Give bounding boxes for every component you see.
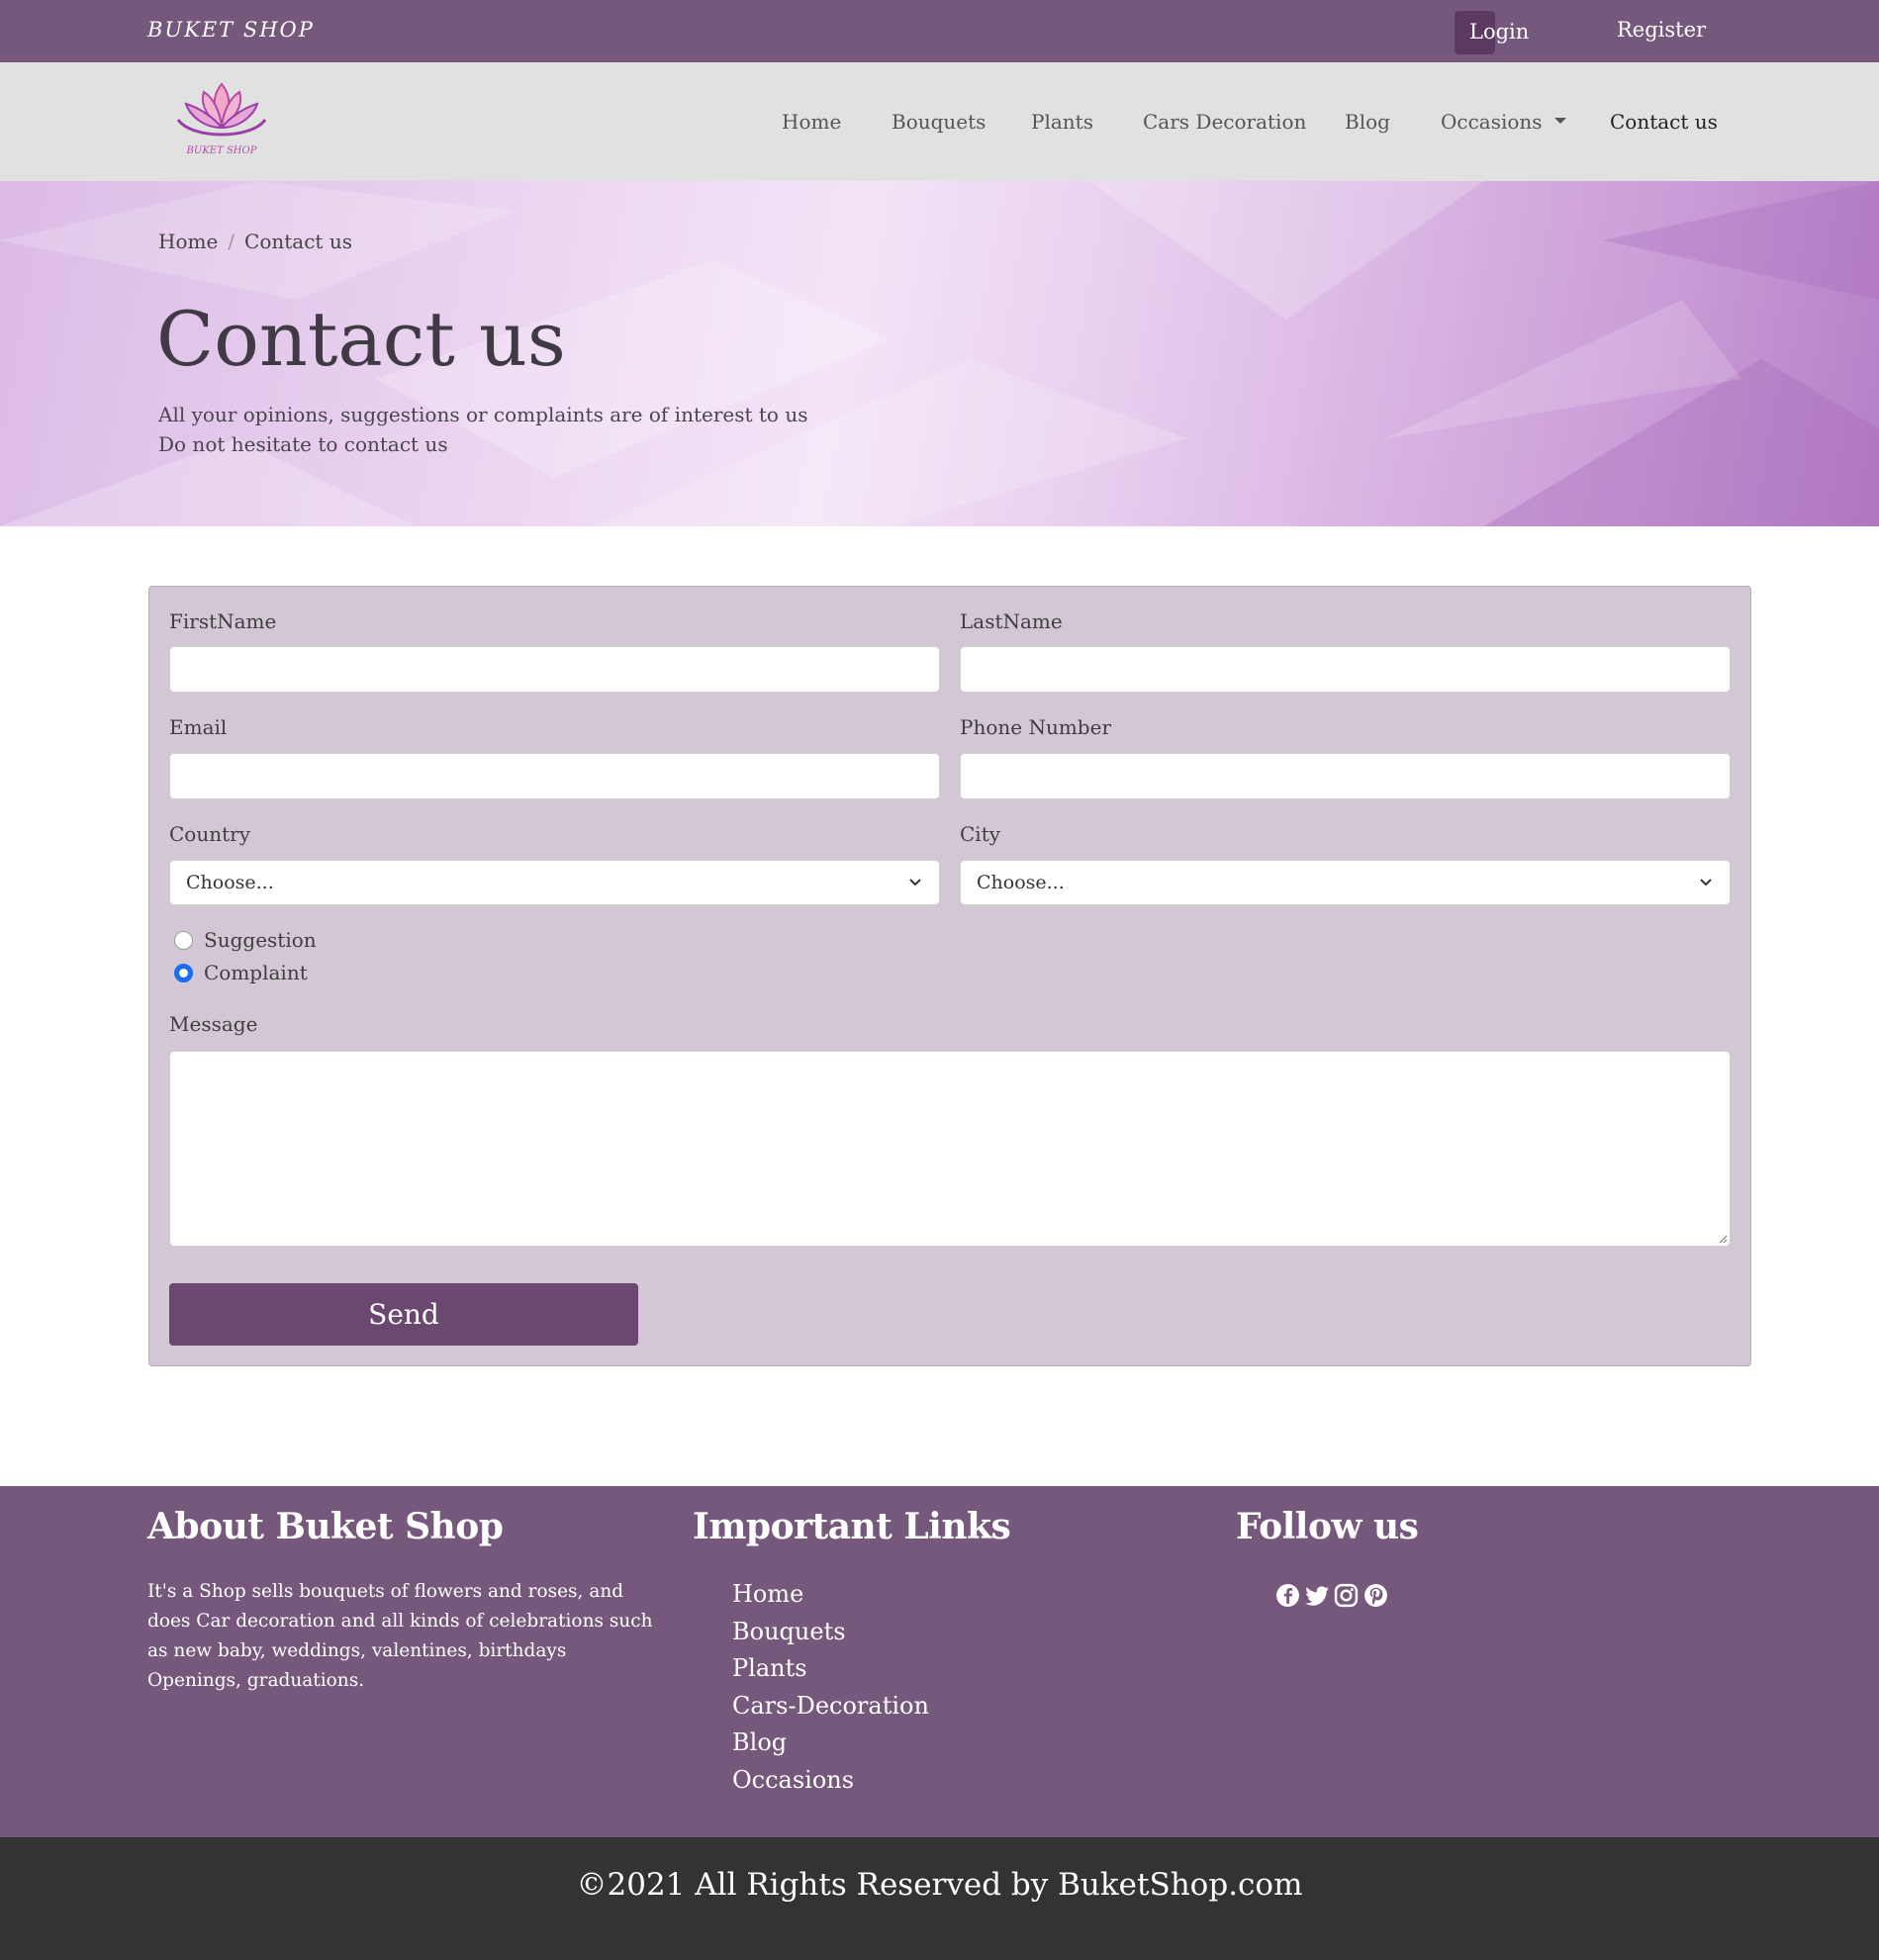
facebook-icon[interactable] bbox=[1275, 1583, 1300, 1608]
send-button[interactable]: Send bbox=[169, 1283, 638, 1346]
nav-home[interactable]: Home bbox=[782, 110, 841, 134]
footer-about-text: It's a Shop sells bouquets of flowers an… bbox=[147, 1581, 653, 1691]
footer-link-occasions[interactable]: Occasions bbox=[732, 1766, 854, 1794]
nav-occasions-dropdown[interactable]: Occasions bbox=[1441, 110, 1566, 134]
country-label: Country bbox=[169, 822, 251, 846]
footer-link-plants[interactable]: Plants bbox=[732, 1654, 807, 1682]
caret-down-icon bbox=[1553, 117, 1566, 124]
twitter-icon[interactable] bbox=[1305, 1583, 1330, 1608]
city-selected-value: Choose... bbox=[977, 872, 1065, 893]
login-label[interactable]: Login bbox=[1469, 20, 1529, 44]
radio-complaint[interactable] bbox=[174, 964, 193, 982]
pinterest-icon[interactable] bbox=[1363, 1583, 1388, 1608]
register-link[interactable]: Register bbox=[1617, 18, 1706, 42]
hero-subtitle-line-2: Do not hesitate to contact us bbox=[158, 432, 448, 456]
message-textarea[interactable] bbox=[169, 1051, 1731, 1247]
copyright-text: ©2021 All Rights Reserved by BuketShop.c… bbox=[576, 1867, 1303, 1903]
chevron-down-icon bbox=[1700, 879, 1712, 887]
footer-links-heading: Important Links bbox=[693, 1506, 1011, 1547]
email-label: Email bbox=[169, 715, 228, 739]
radio-complaint-label[interactable]: Complaint bbox=[204, 961, 308, 984]
footer-link-bouquets[interactable]: Bouquets bbox=[732, 1618, 846, 1645]
footer-link-home[interactable]: Home bbox=[732, 1580, 803, 1608]
lastname-input[interactable] bbox=[960, 646, 1731, 693]
page-title: Contact us bbox=[156, 295, 566, 383]
hero-subtitle-line-1: All your opinions, suggestions or compla… bbox=[158, 403, 808, 426]
phone-input[interactable] bbox=[960, 753, 1731, 799]
breadcrumb-current: Contact us bbox=[244, 230, 352, 253]
radio-suggestion-label[interactable]: Suggestion bbox=[204, 928, 317, 952]
logo-caption: BUKET SHOP bbox=[186, 145, 257, 156]
phone-label: Phone Number bbox=[960, 715, 1111, 739]
footer-follow-heading: Follow us bbox=[1236, 1506, 1419, 1547]
footer-about-heading: About Buket Shop bbox=[147, 1506, 504, 1547]
firstname-input[interactable] bbox=[169, 646, 940, 693]
radio-suggestion[interactable] bbox=[174, 931, 193, 950]
message-label: Message bbox=[169, 1012, 258, 1036]
breadcrumb: Home / Contact us bbox=[158, 230, 352, 253]
lotus-logo[interactable]: BUKET SHOP bbox=[168, 74, 275, 158]
nav-cars-decoration[interactable]: Cars Decoration bbox=[1143, 110, 1306, 134]
nav-blog[interactable]: Blog bbox=[1345, 110, 1390, 134]
footer-link-cars-decoration[interactable]: Cars-Decoration bbox=[732, 1692, 929, 1720]
lastname-label: LastName bbox=[960, 609, 1063, 633]
top-bar: BUKET SHOP Login Register bbox=[0, 0, 1879, 62]
chevron-down-icon bbox=[909, 879, 921, 887]
nav-plants[interactable]: Plants bbox=[1031, 110, 1093, 134]
city-select[interactable]: Choose... bbox=[960, 860, 1731, 905]
nav-bouquets[interactable]: Bouquets bbox=[892, 110, 986, 134]
nav-contact-us[interactable]: Contact us bbox=[1610, 110, 1718, 134]
country-select[interactable]: Choose... bbox=[169, 860, 940, 905]
city-label: City bbox=[960, 822, 1001, 846]
nav-occasions-label: Occasions bbox=[1441, 110, 1543, 134]
resize-grip-icon[interactable] bbox=[1718, 1234, 1728, 1244]
contact-form-card bbox=[148, 586, 1751, 1366]
email-input[interactable] bbox=[169, 753, 940, 799]
breadcrumb-separator: / bbox=[228, 230, 235, 253]
firstname-label: FirstName bbox=[169, 609, 277, 633]
instagram-icon[interactable] bbox=[1334, 1583, 1359, 1608]
footer-link-blog[interactable]: Blog bbox=[732, 1728, 787, 1756]
lotus-logo-icon: BUKET SHOP bbox=[176, 82, 267, 156]
country-selected-value: Choose... bbox=[186, 872, 274, 893]
brand-text[interactable]: BUKET SHOP bbox=[147, 18, 315, 42]
breadcrumb-home[interactable]: Home bbox=[158, 230, 218, 253]
